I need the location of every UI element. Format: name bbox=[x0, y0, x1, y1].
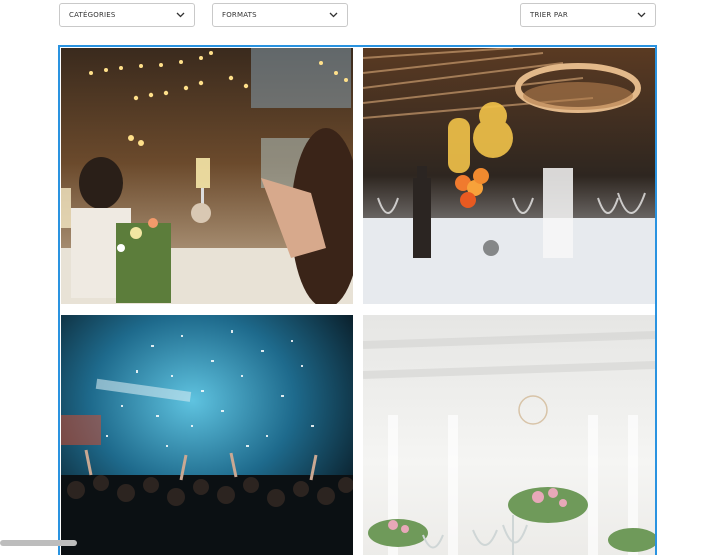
chevron-down-icon bbox=[328, 10, 338, 20]
gallery-item-birthday-dinner[interactable] bbox=[363, 48, 655, 304]
gallery-item-white-tent[interactable] bbox=[363, 315, 655, 555]
wedding-toast-photo bbox=[61, 48, 353, 304]
filter-bar: CATÉGORIES FORMATS TRIER PAR bbox=[0, 3, 709, 27]
sort-select[interactable]: TRIER PAR bbox=[520, 3, 656, 27]
chevron-down-icon bbox=[636, 10, 646, 20]
gallery-item-wedding-toast[interactable] bbox=[61, 48, 353, 304]
concert-confetti-photo bbox=[61, 315, 353, 555]
sort-select-label: TRIER PAR bbox=[530, 11, 568, 19]
formats-select[interactable]: FORMATS bbox=[212, 3, 348, 27]
horizontal-scrollbar[interactable] bbox=[0, 540, 77, 546]
birthday-dinner-photo bbox=[363, 48, 655, 304]
white-tent-table-photo bbox=[363, 315, 655, 555]
chevron-down-icon bbox=[175, 10, 185, 20]
gallery-grid bbox=[58, 45, 657, 555]
formats-select-label: FORMATS bbox=[222, 11, 257, 19]
categories-select-label: CATÉGORIES bbox=[69, 11, 116, 19]
categories-select[interactable]: CATÉGORIES bbox=[59, 3, 195, 27]
gallery-item-concert-confetti[interactable] bbox=[61, 315, 353, 555]
